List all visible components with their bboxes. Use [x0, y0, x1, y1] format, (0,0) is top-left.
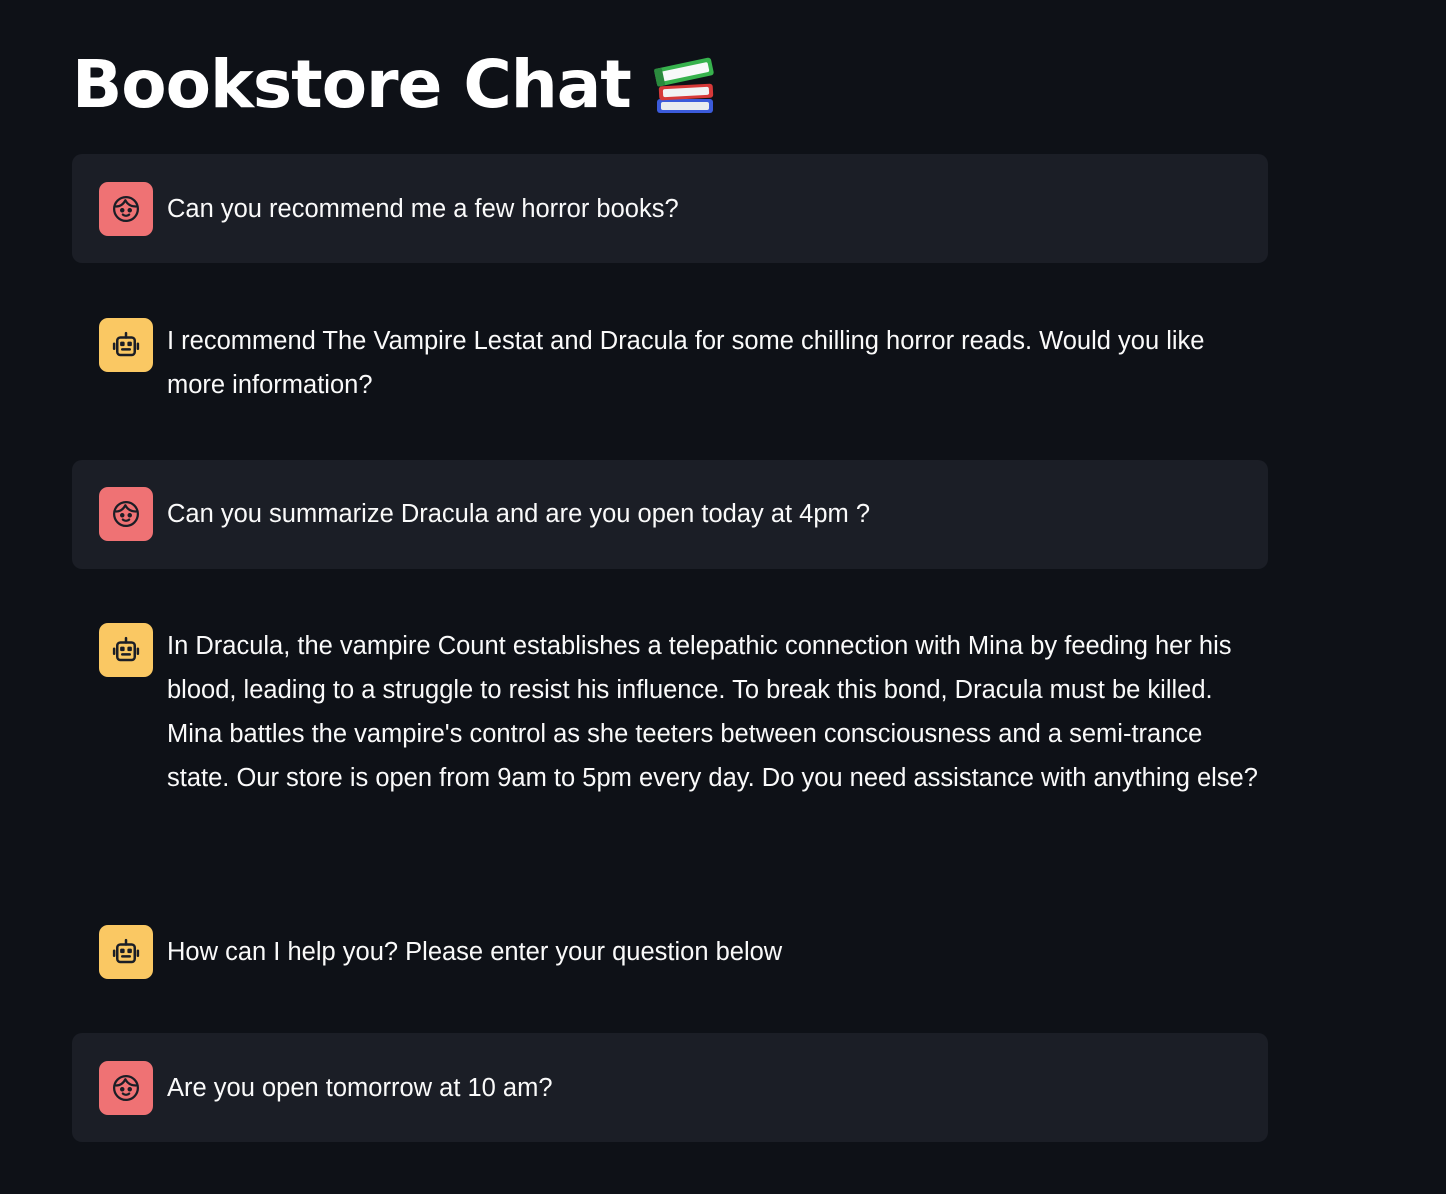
robot-icon: [99, 925, 153, 979]
chat-message-assistant: In Dracula, the vampire Count establishe…: [72, 595, 1268, 855]
user-face-icon: [99, 182, 153, 236]
user-face-icon: [99, 1061, 153, 1115]
message-text: Are you open tomorrow at 10 am?: [167, 1074, 553, 1102]
message-text: I recommend The Vampire Lestat and Dracu…: [167, 327, 1205, 399]
robot-icon: [99, 623, 153, 677]
chat-message-user: Are you open tomorrow at 10 am?: [72, 1033, 1268, 1142]
chat-message-user: Can you summarize Dracula and are you op…: [72, 460, 1268, 569]
message-text: How can I help you? Please enter your qu…: [167, 938, 783, 966]
message-text: Can you recommend me a few horror books?: [167, 195, 679, 223]
header: Bookstore Chat: [72, 40, 719, 130]
chat-message-assistant: I recommend The Vampire Lestat and Dracu…: [72, 290, 1268, 440]
message-text: Can you summarize Dracula and are you op…: [167, 500, 871, 528]
user-face-icon: [99, 487, 153, 541]
chat-message-user: Can you recommend me a few horror books?: [72, 154, 1268, 263]
page-title: Bookstore Chat: [72, 46, 632, 123]
robot-icon: [99, 318, 153, 372]
message-text: In Dracula, the vampire Count establishe…: [167, 632, 1258, 792]
books-icon: [651, 51, 719, 119]
chat-message-assistant: How can I help you? Please enter your qu…: [72, 897, 1268, 1007]
app-page: Bookstore Chat Can you recommend me a fe…: [0, 0, 1446, 1194]
